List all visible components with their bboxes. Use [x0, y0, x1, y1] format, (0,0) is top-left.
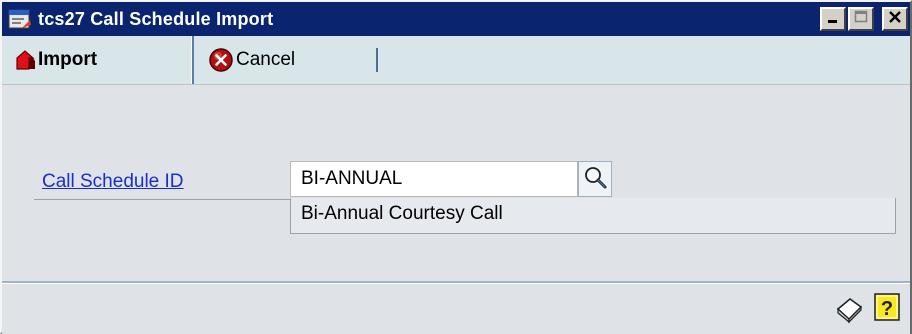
lookup-button[interactable]	[578, 161, 612, 197]
field-divider	[34, 199, 290, 200]
minimize-icon	[826, 10, 840, 29]
note-icon[interactable]	[834, 295, 864, 325]
close-button[interactable]	[882, 7, 908, 31]
toolbar: Import Cancel	[2, 36, 910, 85]
svg-text:?: ?	[881, 298, 893, 320]
import-window: tcs27 Call Schedule Import Import Cancel…	[0, 0, 912, 334]
import-button[interactable]: Import	[2, 36, 194, 84]
form-area: Call Schedule ID BI-ANNUAL Bi-Annual Cou…	[2, 85, 910, 281]
magnifier-icon	[582, 164, 608, 195]
cancel-label: Cancel	[236, 49, 296, 70]
maximize-icon	[854, 10, 868, 29]
maximize-button[interactable]	[848, 7, 874, 31]
title-bar[interactable]: tcs27 Call Schedule Import	[2, 2, 910, 36]
toolbar-separator	[376, 48, 378, 72]
minimize-button[interactable]	[820, 7, 846, 31]
import-label: Import	[38, 49, 98, 70]
call-schedule-id-input[interactable]: BI-ANNUAL	[290, 161, 578, 197]
help-question-icon[interactable]: ?	[872, 291, 902, 323]
call-schedule-id-link[interactable]: Call Schedule ID	[42, 171, 184, 193]
description-field: Bi-Annual Courtesy Call	[290, 198, 896, 234]
cancel-button[interactable]: Cancel	[202, 36, 378, 84]
status-bar: ?	[2, 281, 910, 334]
close-icon	[888, 10, 902, 29]
window-app-icon	[8, 8, 32, 30]
window-title: tcs27 Call Schedule Import	[38, 8, 274, 29]
window-controls	[820, 7, 908, 31]
import-arrow-icon	[14, 49, 38, 77]
cancel-x-icon	[208, 47, 234, 79]
